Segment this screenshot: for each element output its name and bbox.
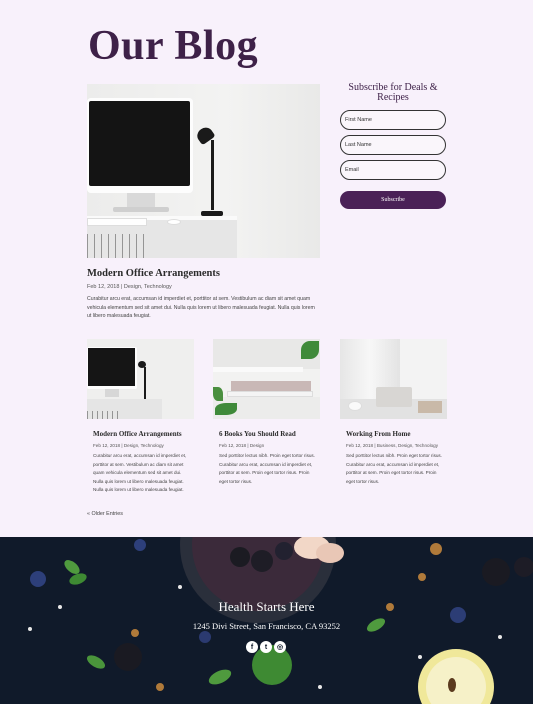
leaf: [213, 387, 223, 401]
featured-post-excerpt: Curabitur arcu erat, accumsan id imperdi…: [87, 296, 315, 319]
granola: [430, 543, 442, 555]
book: [231, 381, 311, 391]
post-title[interactable]: 6 Books You Should Read: [219, 430, 296, 438]
post-meta: Feb 12, 2018 | Business, Design, Technol…: [346, 443, 439, 448]
twitter-icon[interactable]: t: [260, 641, 272, 653]
keyboard: [87, 218, 147, 226]
last-name-field[interactable]: Last Name: [340, 135, 446, 155]
featured-post-title[interactable]: Modern Office Arrangements: [87, 268, 220, 279]
desk-legs: [87, 411, 122, 419]
instagram-icon[interactable]: ◎: [274, 641, 286, 653]
leaf: [301, 341, 319, 359]
notebook: [418, 401, 442, 413]
granola: [156, 683, 164, 691]
monitor-stand: [105, 389, 119, 397]
monitor-screen: [89, 101, 190, 186]
post-image-home[interactable]: [340, 339, 447, 419]
apple-slice: [316, 543, 344, 563]
monitor: [87, 98, 193, 193]
coconut-flake: [178, 585, 182, 589]
blueberry: [134, 539, 146, 551]
footer: Health Starts Here 1245 Divi Street, San…: [0, 537, 533, 704]
featured-post-image[interactable]: [87, 84, 320, 258]
coconut-flake: [318, 685, 322, 689]
mint-leaf: [69, 573, 87, 585]
post-meta: Feb 12, 2018 | Design, Technology: [93, 443, 164, 448]
post-image-books[interactable]: [213, 339, 320, 419]
email-placeholder: Email: [345, 167, 359, 173]
email-field[interactable]: Email: [340, 160, 446, 180]
blackberry: [114, 643, 142, 671]
subscribe-button[interactable]: Subscribe: [340, 191, 446, 209]
blackberry: [482, 558, 510, 586]
post-title[interactable]: Modern Office Arrangements: [93, 430, 182, 438]
lamp-arm: [144, 367, 146, 399]
blackberry: [230, 547, 250, 567]
mouse: [167, 219, 181, 225]
lamp-arm: [211, 140, 214, 210]
footer-address: 1245 Divi Street, San Francisco, CA 9325…: [192, 621, 341, 631]
post-title[interactable]: Working From Home: [346, 430, 410, 438]
footer-title: Health Starts Here: [218, 599, 315, 614]
older-entries-link[interactable]: « Older Entries: [87, 511, 123, 517]
blueberry: [199, 631, 211, 643]
post-excerpt: Sed porttitor lectus nibh. Proin eget to…: [219, 453, 316, 484]
monitor-foot: [113, 207, 169, 212]
laptop: [376, 387, 412, 407]
post-meta: Feb 12, 2018 | Design: [219, 443, 265, 448]
last-name-placeholder: Last Name: [345, 142, 372, 148]
monitor-screen: [88, 348, 135, 386]
subscribe-title: Subscribe for Deals & Recipes: [348, 82, 438, 103]
post-excerpt: Curabitur arcu erat, accumsan id imperdi…: [93, 453, 187, 493]
post-image-office[interactable]: [87, 339, 194, 419]
page-title: Our Blog: [88, 23, 259, 69]
post-excerpt: Sed porttitor lectus nibh. Proin eget to…: [346, 453, 443, 484]
shelf: [213, 367, 303, 372]
first-name-placeholder: First Name: [345, 117, 372, 123]
blackberry: [275, 542, 293, 560]
blackberry: [514, 557, 533, 577]
monitor: [87, 347, 137, 389]
blackberry: [251, 550, 273, 572]
leaf: [215, 403, 237, 415]
facebook-icon[interactable]: f: [246, 641, 258, 653]
mint-leaf: [86, 655, 106, 669]
lamp-base: [201, 211, 223, 216]
mug: [348, 401, 362, 411]
apple-seed: [448, 678, 456, 692]
desk-legs: [87, 234, 147, 258]
coconut-flake: [498, 635, 502, 639]
granola: [418, 573, 426, 581]
coconut-flake: [418, 655, 422, 659]
blueberry: [30, 571, 46, 587]
featured-post-meta: Feb 12, 2018 | Design, Technology: [87, 284, 172, 290]
mint-leaf: [208, 669, 232, 685]
first-name-field[interactable]: First Name: [340, 110, 446, 130]
mint-cluster: [252, 645, 292, 685]
